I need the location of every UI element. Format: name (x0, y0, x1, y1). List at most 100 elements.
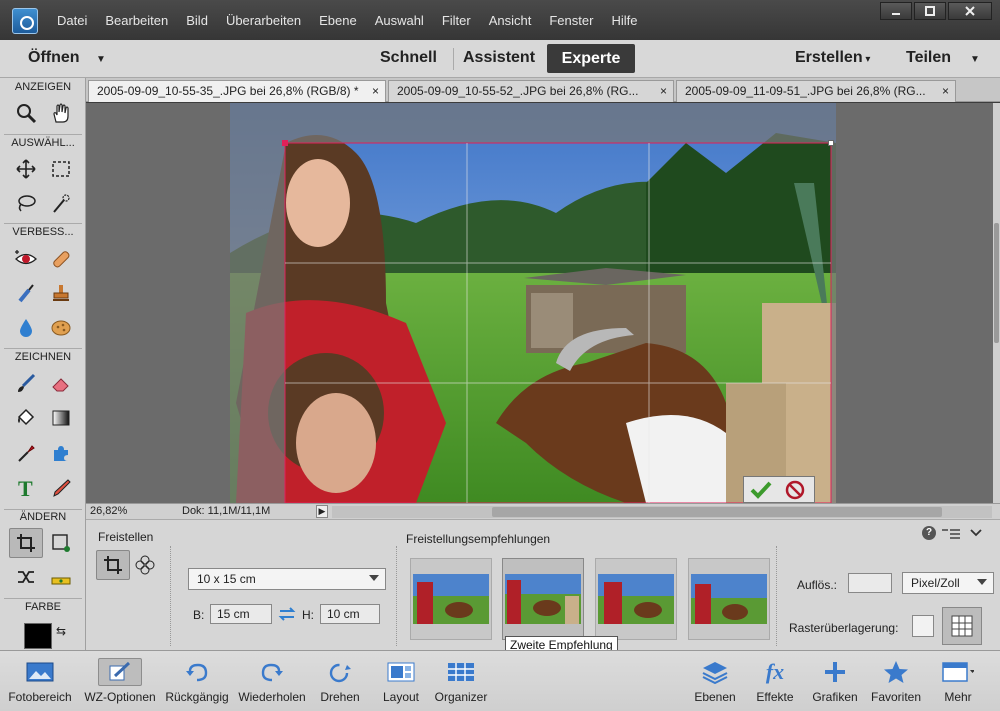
maximize-button[interactable] (914, 2, 946, 20)
pencil-tool[interactable] (44, 473, 78, 503)
commit-check-icon[interactable] (748, 480, 774, 500)
layout-button[interactable]: Layout (378, 651, 424, 711)
sponge-tool[interactable] (44, 312, 78, 342)
swap-colors-icon[interactable]: ⇆ (56, 624, 66, 638)
eraser-tool[interactable] (44, 368, 78, 398)
foreground-color-swatch[interactable] (24, 623, 52, 649)
more-button[interactable]: Mehr (936, 651, 980, 711)
panel-menu-icon[interactable] (942, 528, 960, 540)
close-window-button[interactable] (948, 2, 992, 20)
rotate-button[interactable]: Drehen (316, 651, 364, 711)
clone-stamp-tool[interactable] (44, 278, 78, 308)
mode-experte-button[interactable]: Experte (547, 44, 635, 73)
zoom-level[interactable]: 26,82% (90, 505, 127, 517)
minimize-button[interactable] (880, 2, 912, 20)
menu-auswahl[interactable]: Auswahl (366, 13, 433, 28)
gradient-tool[interactable] (44, 403, 78, 433)
layers-icon (699, 658, 731, 686)
cookie-cutter-button[interactable] (128, 550, 162, 580)
crop-recommendation-3[interactable] (595, 558, 677, 640)
photo-bin-button[interactable]: Fotobereich (8, 651, 72, 711)
crop-handle[interactable] (282, 140, 288, 146)
brush-tool[interactable] (9, 368, 43, 398)
redo-button[interactable]: Wiederholen (236, 651, 308, 711)
effects-button[interactable]: fx Effekte (752, 651, 798, 711)
tab-document-3[interactable]: 2005-09-09_11-09-51_.JPG bei 26,8% (RG..… (676, 80, 956, 102)
blur-tool[interactable] (9, 312, 43, 342)
open-dropdown-icon[interactable]: ▼ (96, 54, 106, 65)
paint-bucket-tool[interactable] (9, 403, 43, 433)
swap-dimensions-icon[interactable] (278, 606, 296, 622)
menu-hilfe[interactable]: Hilfe (602, 13, 646, 28)
tool-options-button[interactable]: WZ-Optionen (82, 651, 158, 711)
menu-bild[interactable]: Bild (177, 13, 217, 28)
mode-schnell-button[interactable]: Schnell (380, 49, 437, 67)
status-menu-arrow-icon[interactable]: ▶ (316, 505, 328, 518)
lasso-tool[interactable] (9, 188, 43, 218)
close-tab-icon[interactable]: × (372, 84, 379, 98)
menu-ueberarbeiten[interactable]: Überarbeiten (217, 13, 310, 28)
height-input[interactable]: 10 cm (320, 604, 380, 624)
pencil-icon (53, 479, 71, 497)
tab-document-1[interactable]: 2005-09-09_10-55-35_.JPG bei 26,8% (RGB/… (88, 80, 386, 102)
move-tool[interactable] (9, 154, 43, 184)
image-canvas[interactable] (86, 103, 993, 503)
horizontal-scrollbar[interactable] (332, 506, 992, 518)
crop-tool[interactable] (9, 528, 43, 558)
crop-mode-button[interactable] (96, 550, 130, 580)
menu-datei[interactable]: Datei (48, 13, 96, 28)
vertical-scrollbar[interactable] (993, 103, 1000, 503)
grid-overlay-thirds-button[interactable] (942, 607, 982, 645)
tab-document-2[interactable]: 2005-09-09_10-55-52_.JPG bei 26,8% (RG..… (388, 80, 674, 102)
menu-ebene[interactable]: Ebene (310, 13, 366, 28)
zoom-tool[interactable] (9, 98, 43, 128)
close-tab-icon[interactable]: × (942, 84, 949, 98)
create-button[interactable]: Erstellen ▾ (795, 49, 870, 67)
grid-icon (951, 615, 973, 637)
magic-wand-icon (53, 194, 70, 213)
grid-overlay-none-button[interactable] (912, 615, 934, 637)
collapse-chevron-icon[interactable] (970, 529, 982, 537)
crop-recommendation-4[interactable] (688, 558, 770, 640)
custom-shape-tool[interactable] (44, 438, 78, 468)
maximize-icon (925, 6, 935, 16)
favorites-button[interactable]: Favoriten (868, 651, 924, 711)
resolution-unit-dropdown[interactable]: Pixel/Zoll (902, 572, 994, 594)
width-input[interactable]: 15 cm (210, 604, 272, 624)
share-dropdown-icon[interactable]: ▼ (970, 54, 980, 65)
scrollbar-thumb[interactable] (492, 507, 942, 517)
organizer-button[interactable]: Organizer (432, 651, 490, 711)
marquee-tool[interactable] (44, 154, 78, 184)
resolution-input[interactable] (848, 573, 892, 593)
crop-preset-dropdown[interactable]: 10 x 15 cm (188, 568, 386, 590)
share-button[interactable]: Teilen (906, 49, 951, 67)
straighten-tool[interactable] (44, 562, 78, 592)
close-tab-icon[interactable]: × (660, 84, 667, 98)
eyedropper-tool[interactable] (9, 438, 43, 468)
menu-fenster[interactable]: Fenster (540, 13, 602, 28)
menu-filter[interactable]: Filter (433, 13, 480, 28)
open-button[interactable]: Öffnen (28, 49, 80, 67)
hand-tool[interactable] (44, 98, 78, 128)
cancel-icon[interactable] (784, 480, 806, 500)
crop-handle[interactable] (828, 140, 834, 146)
scrollbar-thumb[interactable] (994, 223, 999, 343)
red-eye-tool[interactable] (9, 244, 43, 274)
help-icon[interactable]: ? (922, 526, 936, 540)
quick-selection-tool[interactable] (44, 188, 78, 218)
menu-bearbeiten[interactable]: Bearbeiten (96, 13, 177, 28)
menu-ansicht[interactable]: Ansicht (480, 13, 541, 28)
mode-assistent-button[interactable]: Assistent (463, 49, 535, 67)
layers-button[interactable]: Ebenen (690, 651, 740, 711)
bottom-taskbar: Fotobereich WZ-Optionen Rückgängig Wiede… (0, 650, 1000, 711)
graphics-button[interactable]: Grafiken (810, 651, 860, 711)
crop-recommendation-2[interactable] (502, 558, 584, 640)
crop-recommendation-1[interactable] (410, 558, 492, 640)
recompose-tool[interactable] (44, 528, 78, 558)
healing-brush-tool[interactable] (44, 244, 78, 274)
undo-button[interactable]: Rückgängig (164, 651, 230, 711)
text-tool[interactable]: T (9, 473, 43, 503)
content-aware-move-tool[interactable] (9, 562, 43, 592)
toolbox-section-verbessern: VERBESS... (12, 226, 74, 238)
smart-brush-tool[interactable] (9, 278, 43, 308)
